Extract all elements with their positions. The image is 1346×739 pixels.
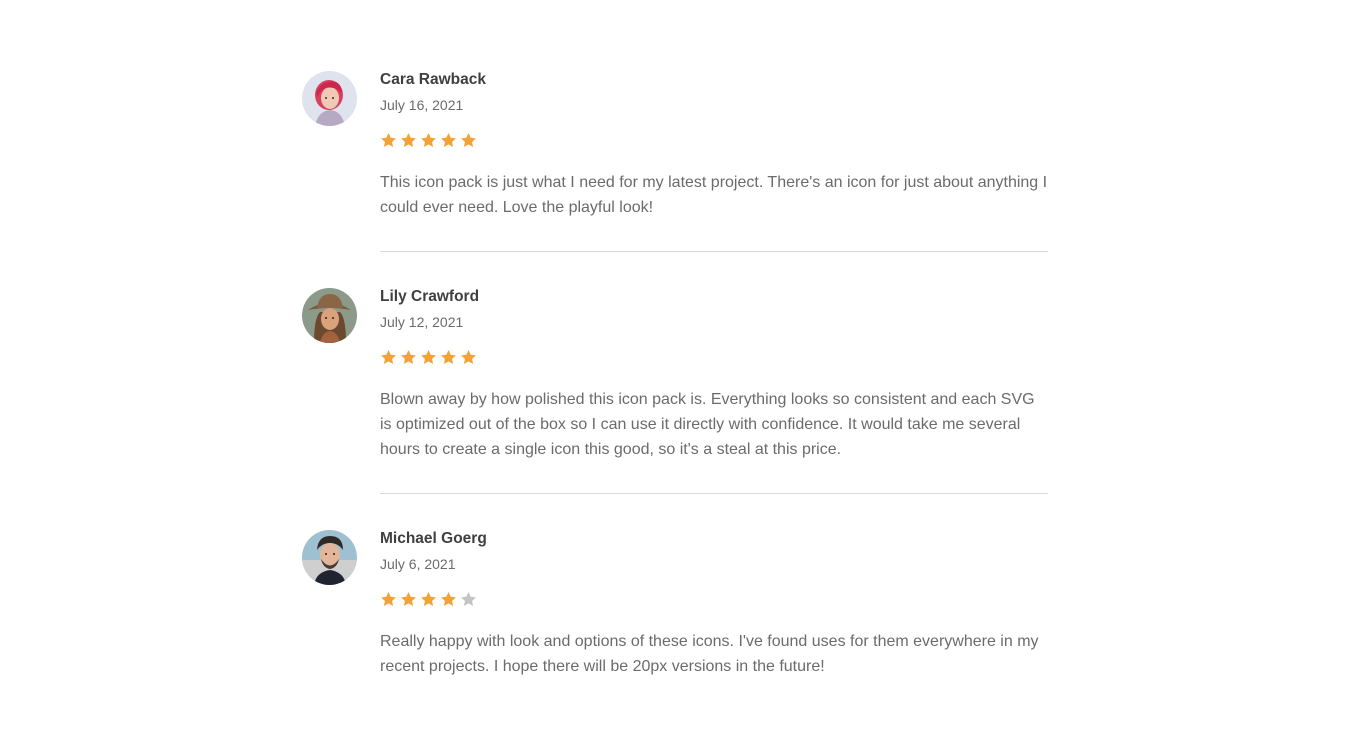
divider xyxy=(380,251,1048,252)
review-text: Really happy with look and options of th… xyxy=(380,633,1039,675)
star-filled-icon xyxy=(380,349,397,366)
avatar xyxy=(302,71,357,126)
star-filled-icon xyxy=(420,132,437,149)
star-filled-icon xyxy=(400,349,417,366)
star-rating xyxy=(380,349,477,366)
reviewer-name: Cara Rawback xyxy=(380,71,486,88)
star-filled-icon xyxy=(400,591,417,608)
star-filled-icon xyxy=(420,591,437,608)
star-filled-icon xyxy=(400,132,417,149)
review-date: July 16, 2021 xyxy=(380,97,464,113)
review-date: July 6, 2021 xyxy=(380,556,456,572)
reviewer-name: Michael Goerg xyxy=(380,530,487,547)
star-rating xyxy=(380,132,477,149)
review-text: Blown away by how polished this icon pac… xyxy=(380,391,1035,458)
star-rating xyxy=(380,591,477,608)
avatar-photo-woman-pink-hair-icon xyxy=(302,71,357,126)
star-filled-icon xyxy=(440,349,457,366)
star-filled-icon xyxy=(460,349,477,366)
reviews-list: Cara Rawback July 16, 2021 This icon pac… xyxy=(0,0,1346,739)
divider xyxy=(380,493,1048,494)
review-text: This icon pack is just what I need for m… xyxy=(380,174,1048,216)
star-filled-icon xyxy=(380,132,397,149)
review-date: July 12, 2021 xyxy=(380,314,464,330)
reviewer-name: Lily Crawford xyxy=(380,288,480,305)
star-filled-icon xyxy=(460,132,477,149)
star-empty-icon xyxy=(460,591,477,608)
avatar-photo-man-icon xyxy=(302,530,357,585)
star-filled-icon xyxy=(420,349,437,366)
star-filled-icon xyxy=(440,591,457,608)
avatar xyxy=(302,530,357,585)
avatar xyxy=(302,288,357,343)
star-filled-icon xyxy=(380,591,397,608)
avatar-photo-woman-hat-icon xyxy=(302,288,357,343)
star-filled-icon xyxy=(440,132,457,149)
